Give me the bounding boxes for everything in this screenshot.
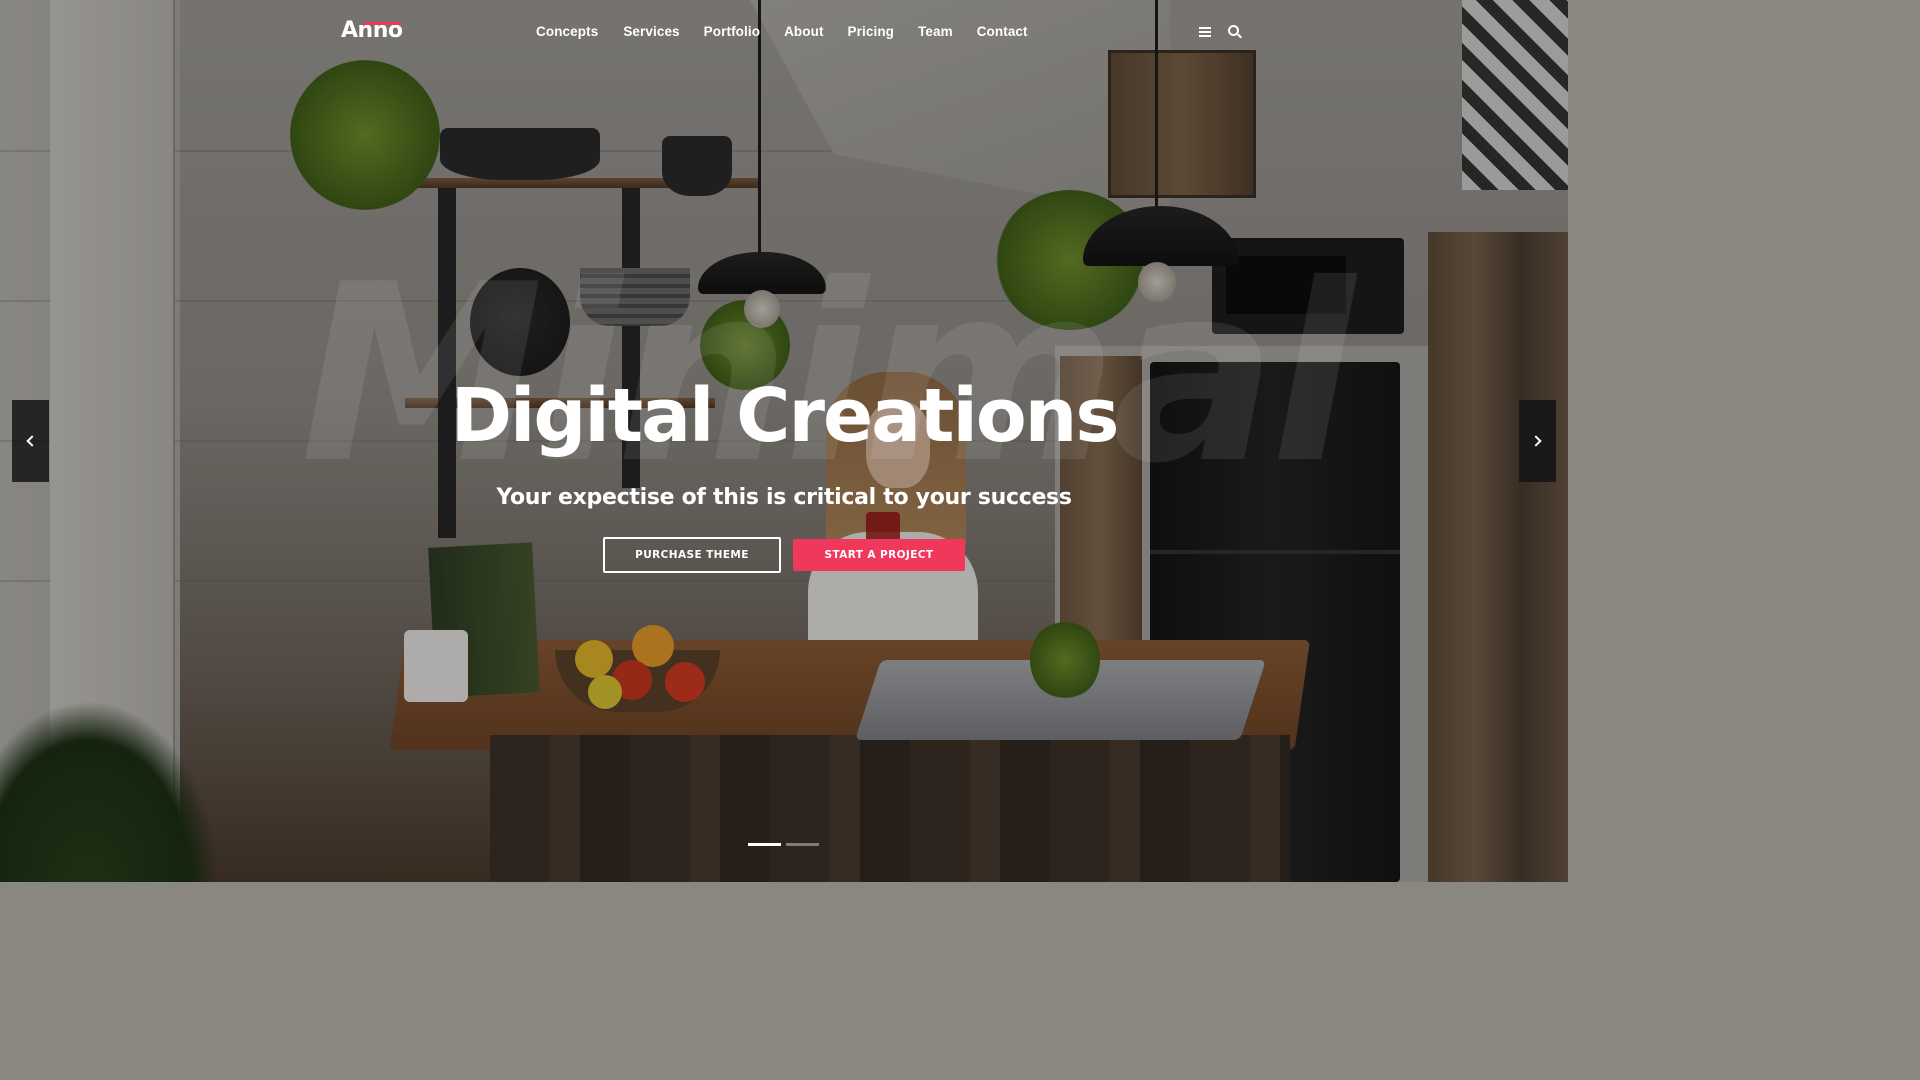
- nav-item-concepts[interactable]: Concepts: [524, 22, 610, 42]
- search-icon[interactable]: [1227, 24, 1243, 40]
- main-navigation: Concepts Services Portfolio About Pricin…: [524, 22, 1040, 42]
- slider-next-button[interactable]: [1519, 400, 1556, 482]
- chevron-right-icon: [1530, 435, 1542, 447]
- hero-subtitle: Your expectise of this is critical to yo…: [496, 485, 1072, 510]
- nav-item-about[interactable]: About: [772, 22, 835, 42]
- slider-prev-button[interactable]: [12, 400, 49, 482]
- purchase-theme-button[interactable]: PURCHASE THEME: [603, 537, 781, 573]
- slider-dot-1[interactable]: [748, 843, 781, 846]
- menu-icon[interactable]: [1198, 24, 1214, 40]
- nav-item-contact[interactable]: Contact: [965, 22, 1040, 42]
- nav-item-pricing[interactable]: Pricing: [836, 22, 906, 42]
- start-project-button[interactable]: START A PROJECT: [793, 539, 965, 571]
- chevron-left-icon: [26, 435, 38, 447]
- nav-item-services[interactable]: Services: [611, 22, 691, 42]
- slider-pagination: [748, 843, 819, 846]
- nav-item-team[interactable]: Team: [906, 22, 965, 42]
- logo-accent-bar: [363, 22, 401, 25]
- slider-dot-2[interactable]: [786, 843, 819, 846]
- hero-title: Digital Creations: [450, 373, 1120, 459]
- nav-item-portfolio[interactable]: Portfolio: [692, 22, 772, 42]
